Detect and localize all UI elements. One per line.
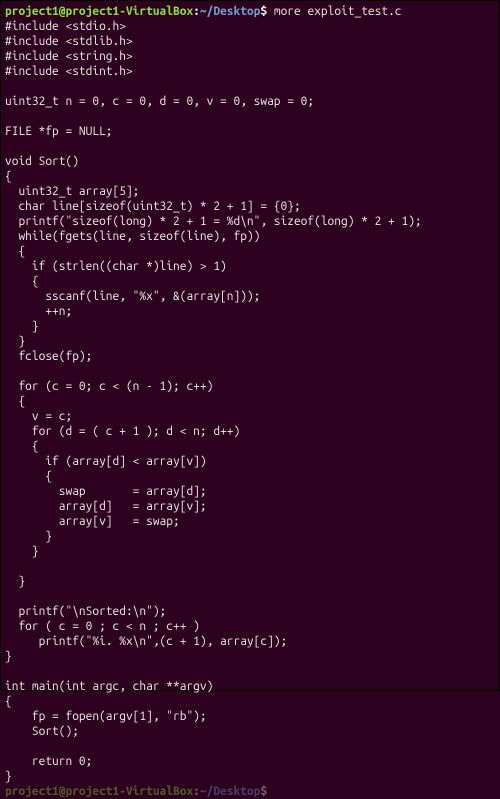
code-line: array[v] = swap; (5, 514, 495, 529)
code-line: printf("\nSorted:\n"); (5, 604, 495, 619)
code-line: } (5, 544, 495, 559)
prompt-user: project1@project1-VirtualBox (5, 785, 193, 798)
code-line: v = c; (5, 409, 495, 424)
code-line: } (5, 769, 495, 784)
code-line: { (5, 469, 495, 484)
prompt-path: ~/Desktop (200, 5, 260, 18)
code-line: } (5, 334, 495, 349)
prompt-sep: : (193, 785, 200, 798)
code-line (5, 364, 495, 379)
prompt-line-2[interactable]: project1@project1-VirtualBox:~/Desktop$ (5, 784, 495, 799)
code-line: return 0; (5, 754, 495, 769)
code-line: { (5, 169, 495, 184)
prompt-sep: : (193, 5, 200, 18)
code-line: sscanf(line, "%x", &(array[n])); (5, 289, 495, 304)
prompt-path: ~/Desktop (200, 785, 260, 798)
code-line: FILE *fp = NULL; (5, 124, 495, 139)
code-line: { (5, 244, 495, 259)
code-line (5, 664, 495, 679)
code-line (5, 109, 495, 124)
code-output: #include <stdio.h>#include <stdlib.h>#in… (5, 19, 495, 784)
prompt-dollar: $ (260, 5, 273, 18)
code-line: uint32_t n = 0, c = 0, d = 0, v = 0, swa… (5, 94, 495, 109)
code-line: for (d = ( c + 1 ); d < n; d++) (5, 424, 495, 439)
code-line: fp = fopen(argv[1], "rb"); (5, 709, 495, 724)
code-line: } (5, 649, 495, 664)
code-line: #include <stdlib.h> (5, 34, 495, 49)
code-line: { (5, 439, 495, 454)
code-line: swap = array[d]; (5, 484, 495, 499)
code-line: } (5, 574, 495, 589)
code-line: printf("sizeof(long) * 2 + 1 = %d\n", si… (5, 214, 495, 229)
code-line: #include <string.h> (5, 49, 495, 64)
code-line (5, 589, 495, 604)
code-line: array[d] = array[v]; (5, 499, 495, 514)
code-line: } (5, 319, 495, 334)
code-line (5, 559, 495, 574)
prompt-line-1: project1@project1-VirtualBox:~/Desktop$ … (5, 4, 495, 19)
prompt-dollar: $ (260, 785, 273, 798)
code-line (5, 79, 495, 94)
code-line: } (5, 529, 495, 544)
code-line: { (5, 274, 495, 289)
code-line: int main(int argc, char **argv) (5, 679, 495, 694)
code-line: printf("%i. %x\n",(c + 1), array[c]); (5, 634, 495, 649)
code-line: { (5, 694, 495, 709)
code-line: char line[sizeof(uint32_t) * 2 + 1] = {0… (5, 199, 495, 214)
code-line: fclose(fp); (5, 349, 495, 364)
prompt-user: project1@project1-VirtualBox (5, 5, 193, 18)
code-line: #include <stdint.h> (5, 64, 495, 79)
code-line: Sort(); (5, 724, 495, 739)
code-line (5, 739, 495, 754)
code-line: { (5, 394, 495, 409)
code-line: uint32_t array[5]; (5, 184, 495, 199)
code-line (5, 139, 495, 154)
code-line: ++n; (5, 304, 495, 319)
code-line: if (array[d] < array[v]) (5, 454, 495, 469)
code-line: void Sort() (5, 154, 495, 169)
code-line: for (c = 0; c < (n - 1); c++) (5, 379, 495, 394)
code-line: if (strlen((char *)line) > 1) (5, 259, 495, 274)
code-line: while(fgets(line, sizeof(line), fp)) (5, 229, 495, 244)
command-text: more exploit_test.c (274, 5, 402, 18)
code-line: for ( c = 0 ; c < n ; c++ ) (5, 619, 495, 634)
code-line: #include <stdio.h> (5, 19, 495, 34)
